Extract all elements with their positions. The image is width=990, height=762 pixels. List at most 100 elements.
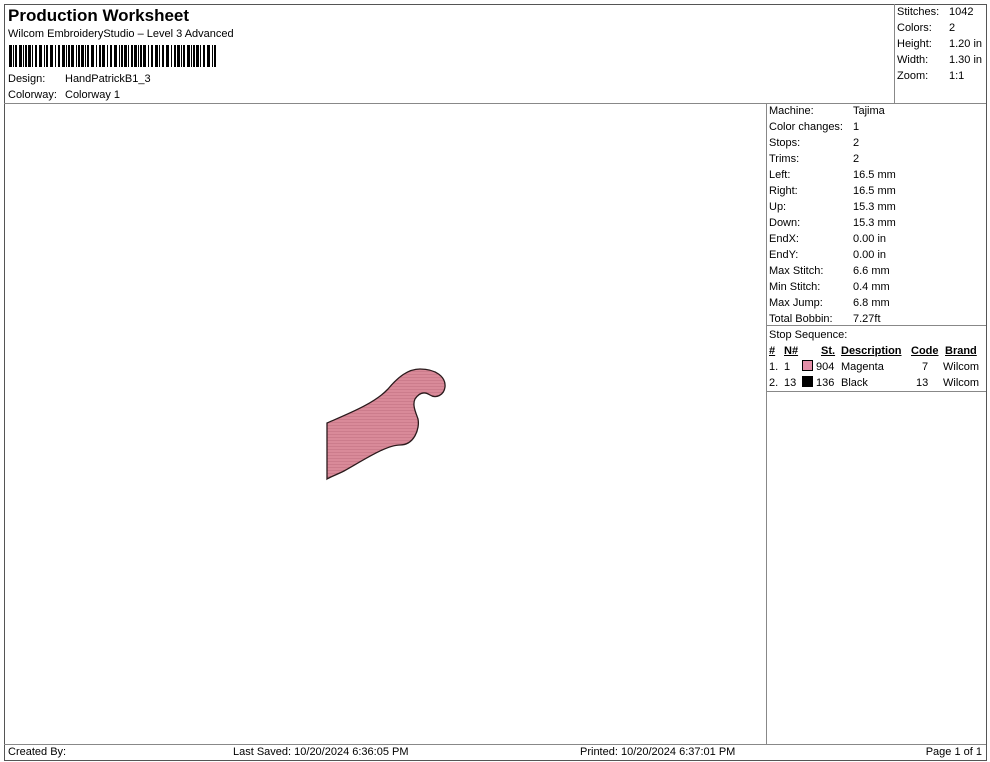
- col-st: St.: [821, 345, 836, 357]
- barcode-bar: [68, 45, 70, 67]
- barcode-bar: [177, 45, 180, 67]
- detail-value: 0.00 in: [853, 249, 887, 261]
- barcode-bar: [39, 45, 42, 67]
- barcode-bar: [35, 45, 37, 67]
- barcode-bar: [81, 45, 84, 67]
- row-st: 904: [816, 361, 835, 373]
- embroidery-shape: [326, 368, 446, 481]
- summary-label: Colors:: [897, 22, 932, 34]
- detail-value: Tajima: [853, 105, 885, 117]
- page-title: Production Worksheet: [8, 6, 190, 25]
- color-swatch-icon: [802, 375, 813, 391]
- row-n: 1: [784, 361, 791, 373]
- detail-value: 2: [853, 137, 860, 149]
- software-name: Wilcom EmbroideryStudio – Level 3 Advanc…: [8, 28, 234, 40]
- detail-value: 16.5 mm: [853, 169, 896, 181]
- summary-label: Width:: [897, 54, 929, 66]
- barcode-bar: [166, 45, 169, 67]
- barcode-bar: [107, 45, 108, 67]
- created-by: Created By:: [8, 746, 67, 758]
- barcode-bar: [191, 45, 192, 67]
- barcode-bar: [143, 45, 146, 67]
- detail-value: 0.00 in: [853, 233, 887, 245]
- summary-value: 1042: [949, 6, 974, 18]
- barcode-bar: [55, 45, 56, 67]
- row-description: Black: [841, 377, 868, 389]
- barcode-bar: [131, 45, 133, 67]
- detail-label: Max Jump:: [769, 297, 823, 309]
- stop-sequence-label: Stop Sequence:: [769, 329, 848, 341]
- barcode-bar: [148, 45, 149, 67]
- barcode-bar: [162, 45, 164, 67]
- stop-sequence-header: # N# St. Description Code Brand: [766, 343, 986, 359]
- detail-label: Machine:: [769, 105, 814, 117]
- detail-label: Max Stitch:: [769, 265, 824, 277]
- color-swatch-icon: [802, 359, 813, 375]
- barcode-bar: [9, 45, 12, 67]
- barcode-bar: [212, 45, 213, 67]
- barcode-bar: [25, 45, 27, 67]
- barcode-bar: [196, 45, 199, 67]
- page-number: Page 1 of 1: [925, 746, 982, 758]
- stop-sequence-row: 1. 1 904 Magenta 7 Wilcom: [766, 359, 986, 375]
- summary-panel: Stitches: 1042 Colors: 2 Height: 1.20 in…: [894, 4, 986, 103]
- barcode-bar: [119, 45, 120, 67]
- col-brand: Brand: [945, 345, 977, 357]
- stop-sequence-divider: [766, 325, 986, 326]
- barcode-bar: [200, 45, 201, 67]
- detail-label: Trims:: [769, 153, 800, 165]
- detail-label: Right:: [769, 185, 798, 197]
- colorway-value: Colorway 1: [65, 89, 121, 101]
- barcode-bar: [99, 45, 101, 67]
- summary-value: 1.30 in: [949, 54, 983, 66]
- barcode-bar: [46, 45, 48, 67]
- barcode-bar: [121, 45, 123, 67]
- barcode-bar: [19, 45, 22, 67]
- barcode-bar: [193, 45, 195, 67]
- barcode-bar: [85, 45, 86, 67]
- detail-value: 16.5 mm: [853, 185, 896, 197]
- barcode-bar: [62, 45, 65, 67]
- summary-value: 1.20 in: [949, 38, 983, 50]
- summary-value: 2: [949, 22, 956, 34]
- barcode-bar: [23, 45, 24, 67]
- detail-value: 2: [853, 153, 860, 165]
- detail-value: 0.4 mm: [853, 281, 890, 293]
- barcode-bar: [91, 45, 94, 67]
- barcode-bar: [214, 45, 216, 67]
- barcode-bar: [174, 45, 176, 67]
- barcode-bar: [181, 45, 182, 67]
- barcode-bar: [159, 45, 160, 67]
- row-code: 13: [916, 377, 929, 389]
- summary-label: Zoom:: [897, 70, 929, 82]
- barcode-bar: [102, 45, 105, 67]
- detail-label: Color changes:: [769, 121, 843, 133]
- row-num: 2.: [769, 377, 779, 389]
- design-label: Design:: [8, 73, 46, 85]
- detail-label: Min Stitch:: [769, 281, 821, 293]
- row-st: 136: [816, 377, 835, 389]
- col-code: Code: [911, 345, 939, 357]
- barcode-bar: [13, 45, 14, 67]
- detail-value: 6.8 mm: [853, 297, 890, 309]
- detail-value: 15.3 mm: [853, 217, 896, 229]
- barcode-bar: [32, 45, 33, 67]
- barcode-bar: [140, 45, 142, 67]
- barcode-bar: [50, 45, 53, 67]
- stop-sequence-row: 2. 13 136 Black 13 Wilcom: [766, 375, 986, 391]
- barcode-bar: [187, 45, 190, 67]
- detail-label: Left:: [769, 169, 791, 181]
- barcode-bar: [114, 45, 117, 67]
- row-description: Magenta: [841, 361, 884, 373]
- row-code: 7: [922, 361, 929, 373]
- printed-date: Printed: 10/20/2024 6:37:01 PM: [580, 746, 736, 758]
- design-preview: [326, 368, 446, 481]
- barcode-bar: [28, 45, 31, 67]
- barcode: [9, 45, 216, 67]
- detail-label: Down:: [769, 217, 801, 229]
- barcode-bar: [171, 45, 172, 67]
- stop-sequence-bottom: [766, 391, 986, 392]
- barcode-bar: [44, 45, 45, 67]
- col-description: Description: [841, 345, 902, 357]
- detail-value: 6.6 mm: [853, 265, 890, 277]
